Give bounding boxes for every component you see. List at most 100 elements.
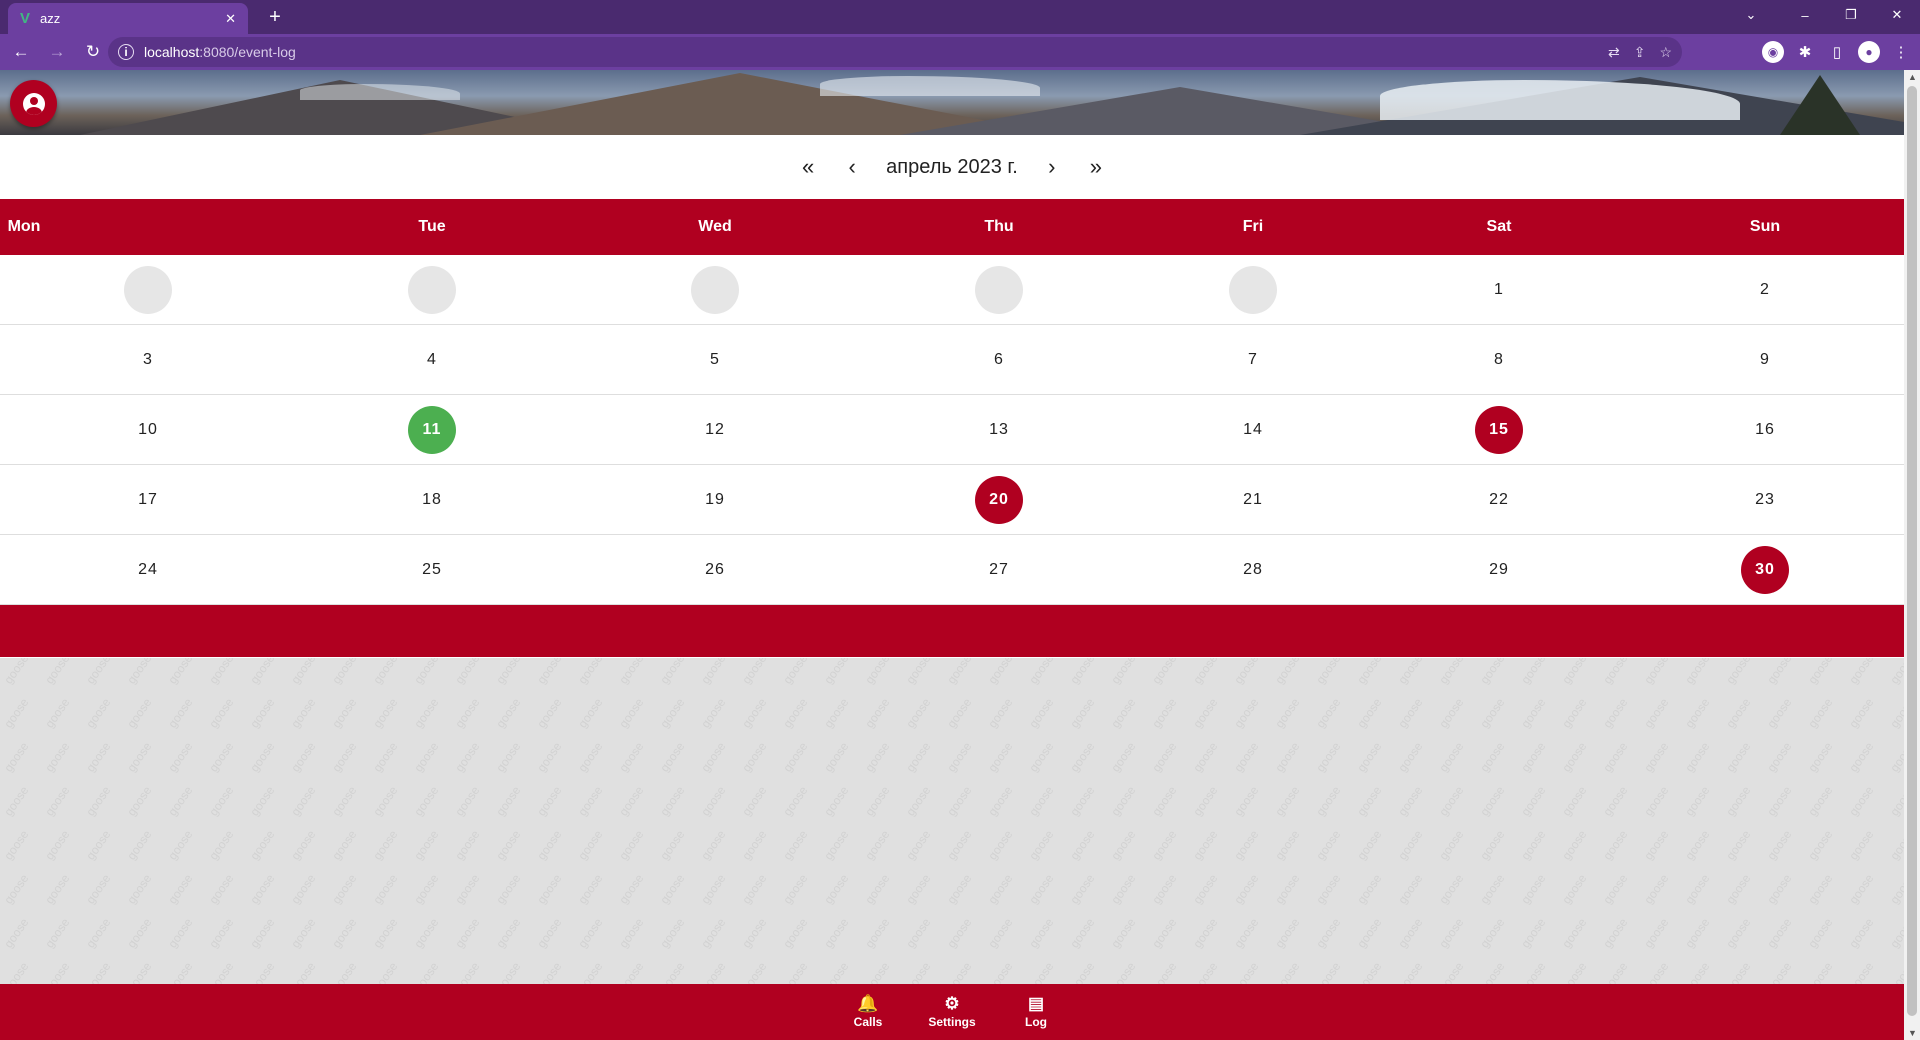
watermark-text: goose	[1682, 783, 1713, 819]
day-cell-2[interactable]: 2	[1735, 255, 1795, 325]
nav-calls[interactable]: 🔔 Calls	[826, 984, 910, 1040]
next-year-button[interactable]: »	[1074, 147, 1118, 187]
watermark-text: goose	[1026, 915, 1057, 951]
scroll-up-icon[interactable]: ▲	[1908, 72, 1917, 82]
nav-log[interactable]: ▤ Log	[994, 984, 1078, 1040]
close-window-button[interactable]: ✕	[1874, 0, 1920, 30]
watermark-text: goose	[657, 827, 688, 863]
watermark-text: goose	[247, 658, 278, 687]
day-cell-1[interactable]: 1	[1469, 255, 1529, 325]
day-cell-26[interactable]: 26	[685, 535, 745, 605]
calendar-grid: 1 2 3 4 5 6 7 8 9 10 11 12 13 14 15 16 17 18 19 20 21 22 23 24 2…	[0, 255, 1904, 605]
side-panel-icon[interactable]: ▯	[1826, 41, 1848, 63]
day-cell-24[interactable]: 24	[118, 535, 178, 605]
browser-menu-icon[interactable]: ⋮	[1890, 41, 1912, 63]
watermark-text: goose	[698, 783, 729, 819]
watermark-text: goose	[370, 783, 401, 819]
extensions-area: ◉ ✱ ▯ ● ⋮	[1762, 37, 1912, 67]
watermark-text: goose	[821, 658, 852, 687]
watermark-text: goose	[985, 783, 1016, 819]
new-tab-button[interactable]: +	[262, 4, 288, 30]
watermark-text: goose	[1723, 695, 1754, 731]
day-cell-13[interactable]: 13	[969, 395, 1029, 465]
account-button[interactable]	[10, 80, 57, 127]
watermark-text: goose	[329, 827, 360, 863]
watermark-text: goose	[1, 695, 32, 731]
day-cell-14[interactable]: 14	[1223, 395, 1283, 465]
day-cell-5[interactable]: 5	[685, 325, 745, 395]
watermark-text: goose	[124, 783, 155, 819]
day-cell-22[interactable]: 22	[1469, 465, 1529, 535]
day-cell-15[interactable]: 15	[1469, 395, 1529, 465]
day-number: 5	[710, 351, 720, 368]
tab-search-icon[interactable]: ⌄	[1728, 0, 1774, 30]
day-cell-9[interactable]: 9	[1735, 325, 1795, 395]
prev-year-button[interactable]: «	[786, 147, 830, 187]
watermark-text: goose	[862, 827, 893, 863]
watermark-text: goose	[821, 959, 852, 984]
browser-tab[interactable]: V azz ✕	[8, 3, 248, 34]
watermark-text: goose	[862, 871, 893, 907]
watermark-text: goose	[616, 658, 647, 687]
watermark-text: goose	[1436, 915, 1467, 951]
day-cell-28[interactable]: 28	[1223, 535, 1283, 605]
puzzle-extensions-icon[interactable]: ✱	[1794, 41, 1816, 63]
watermark-text: goose	[1723, 827, 1754, 863]
day-cell-29[interactable]: 29	[1469, 535, 1529, 605]
watermark-text: goose	[1313, 827, 1344, 863]
day-cell-20[interactable]: 20	[969, 465, 1029, 535]
page-scrollbar[interactable]: ▲ ▼	[1904, 70, 1920, 1040]
day-cell-23[interactable]: 23	[1735, 465, 1795, 535]
nav-settings[interactable]: ⚙ Settings	[910, 984, 994, 1040]
watermark-text: goose	[1026, 739, 1057, 775]
bookmark-star-icon[interactable]: ☆	[1659, 44, 1672, 61]
day-cell-25[interactable]: 25	[402, 535, 462, 605]
watermark-text: goose	[411, 783, 442, 819]
day-cell-11[interactable]: 11	[402, 395, 462, 465]
day-cell-7[interactable]: 7	[1223, 325, 1283, 395]
day-cell-10[interactable]: 10	[118, 395, 178, 465]
day-cell-16[interactable]: 16	[1735, 395, 1795, 465]
watermark-text: goose	[1190, 915, 1221, 951]
address-bar[interactable]: i localhost:8080/event-log ⇄ ⇪ ☆	[108, 37, 1682, 67]
day-cell-30[interactable]: 30	[1735, 535, 1795, 605]
day-cell-6[interactable]: 6	[969, 325, 1029, 395]
watermark-text: goose	[1313, 783, 1344, 819]
day-cell-21[interactable]: 21	[1223, 465, 1283, 535]
empty-day-placeholder	[691, 266, 739, 314]
day-cell-12[interactable]: 12	[685, 395, 745, 465]
extension-icon[interactable]: ◉	[1762, 41, 1784, 63]
watermark-text: goose	[1600, 959, 1631, 984]
translate-icon[interactable]: ⇄	[1608, 44, 1620, 61]
reload-icon[interactable]: ↻	[78, 37, 108, 67]
empty-day-cell	[118, 255, 178, 325]
back-icon[interactable]: ←	[6, 37, 36, 67]
day-number: 3	[143, 351, 153, 368]
calendar-week-row: 12	[0, 255, 1904, 325]
share-icon[interactable]: ⇪	[1634, 44, 1646, 61]
next-month-button[interactable]: ›	[1030, 147, 1074, 187]
day-cell-17[interactable]: 17	[118, 465, 178, 535]
day-cell-19[interactable]: 19	[685, 465, 745, 535]
minimize-button[interactable]: –	[1782, 0, 1828, 30]
watermark-text: goose	[739, 739, 770, 775]
prev-month-button[interactable]: ‹	[830, 147, 874, 187]
forward-icon[interactable]: →	[42, 37, 72, 67]
day-cell-8[interactable]: 8	[1469, 325, 1529, 395]
restore-button[interactable]: ❐	[1828, 0, 1874, 30]
calendar: Mon Tue Wed Thu Fri Sat Sun 1 2 3 4 5 6 7 8 9 10 11 12 13 1…	[0, 199, 1904, 657]
profile-icon[interactable]: ●	[1858, 41, 1880, 63]
day-cell-18[interactable]: 18	[402, 465, 462, 535]
scrollbar-thumb[interactable]	[1907, 86, 1917, 1016]
watermark-text: goose	[1272, 915, 1303, 951]
day-cell-4[interactable]: 4	[402, 325, 462, 395]
watermark-text: goose	[411, 695, 442, 731]
watermark-text: goose	[165, 739, 196, 775]
day-cell-27[interactable]: 27	[969, 535, 1029, 605]
site-info-icon[interactable]: i	[118, 44, 134, 60]
scroll-down-icon[interactable]: ▼	[1908, 1028, 1917, 1038]
watermark-text: goose	[370, 658, 401, 687]
tab-close-icon[interactable]: ✕	[225, 11, 236, 27]
watermark-text: goose	[1108, 658, 1139, 687]
day-cell-3[interactable]: 3	[118, 325, 178, 395]
